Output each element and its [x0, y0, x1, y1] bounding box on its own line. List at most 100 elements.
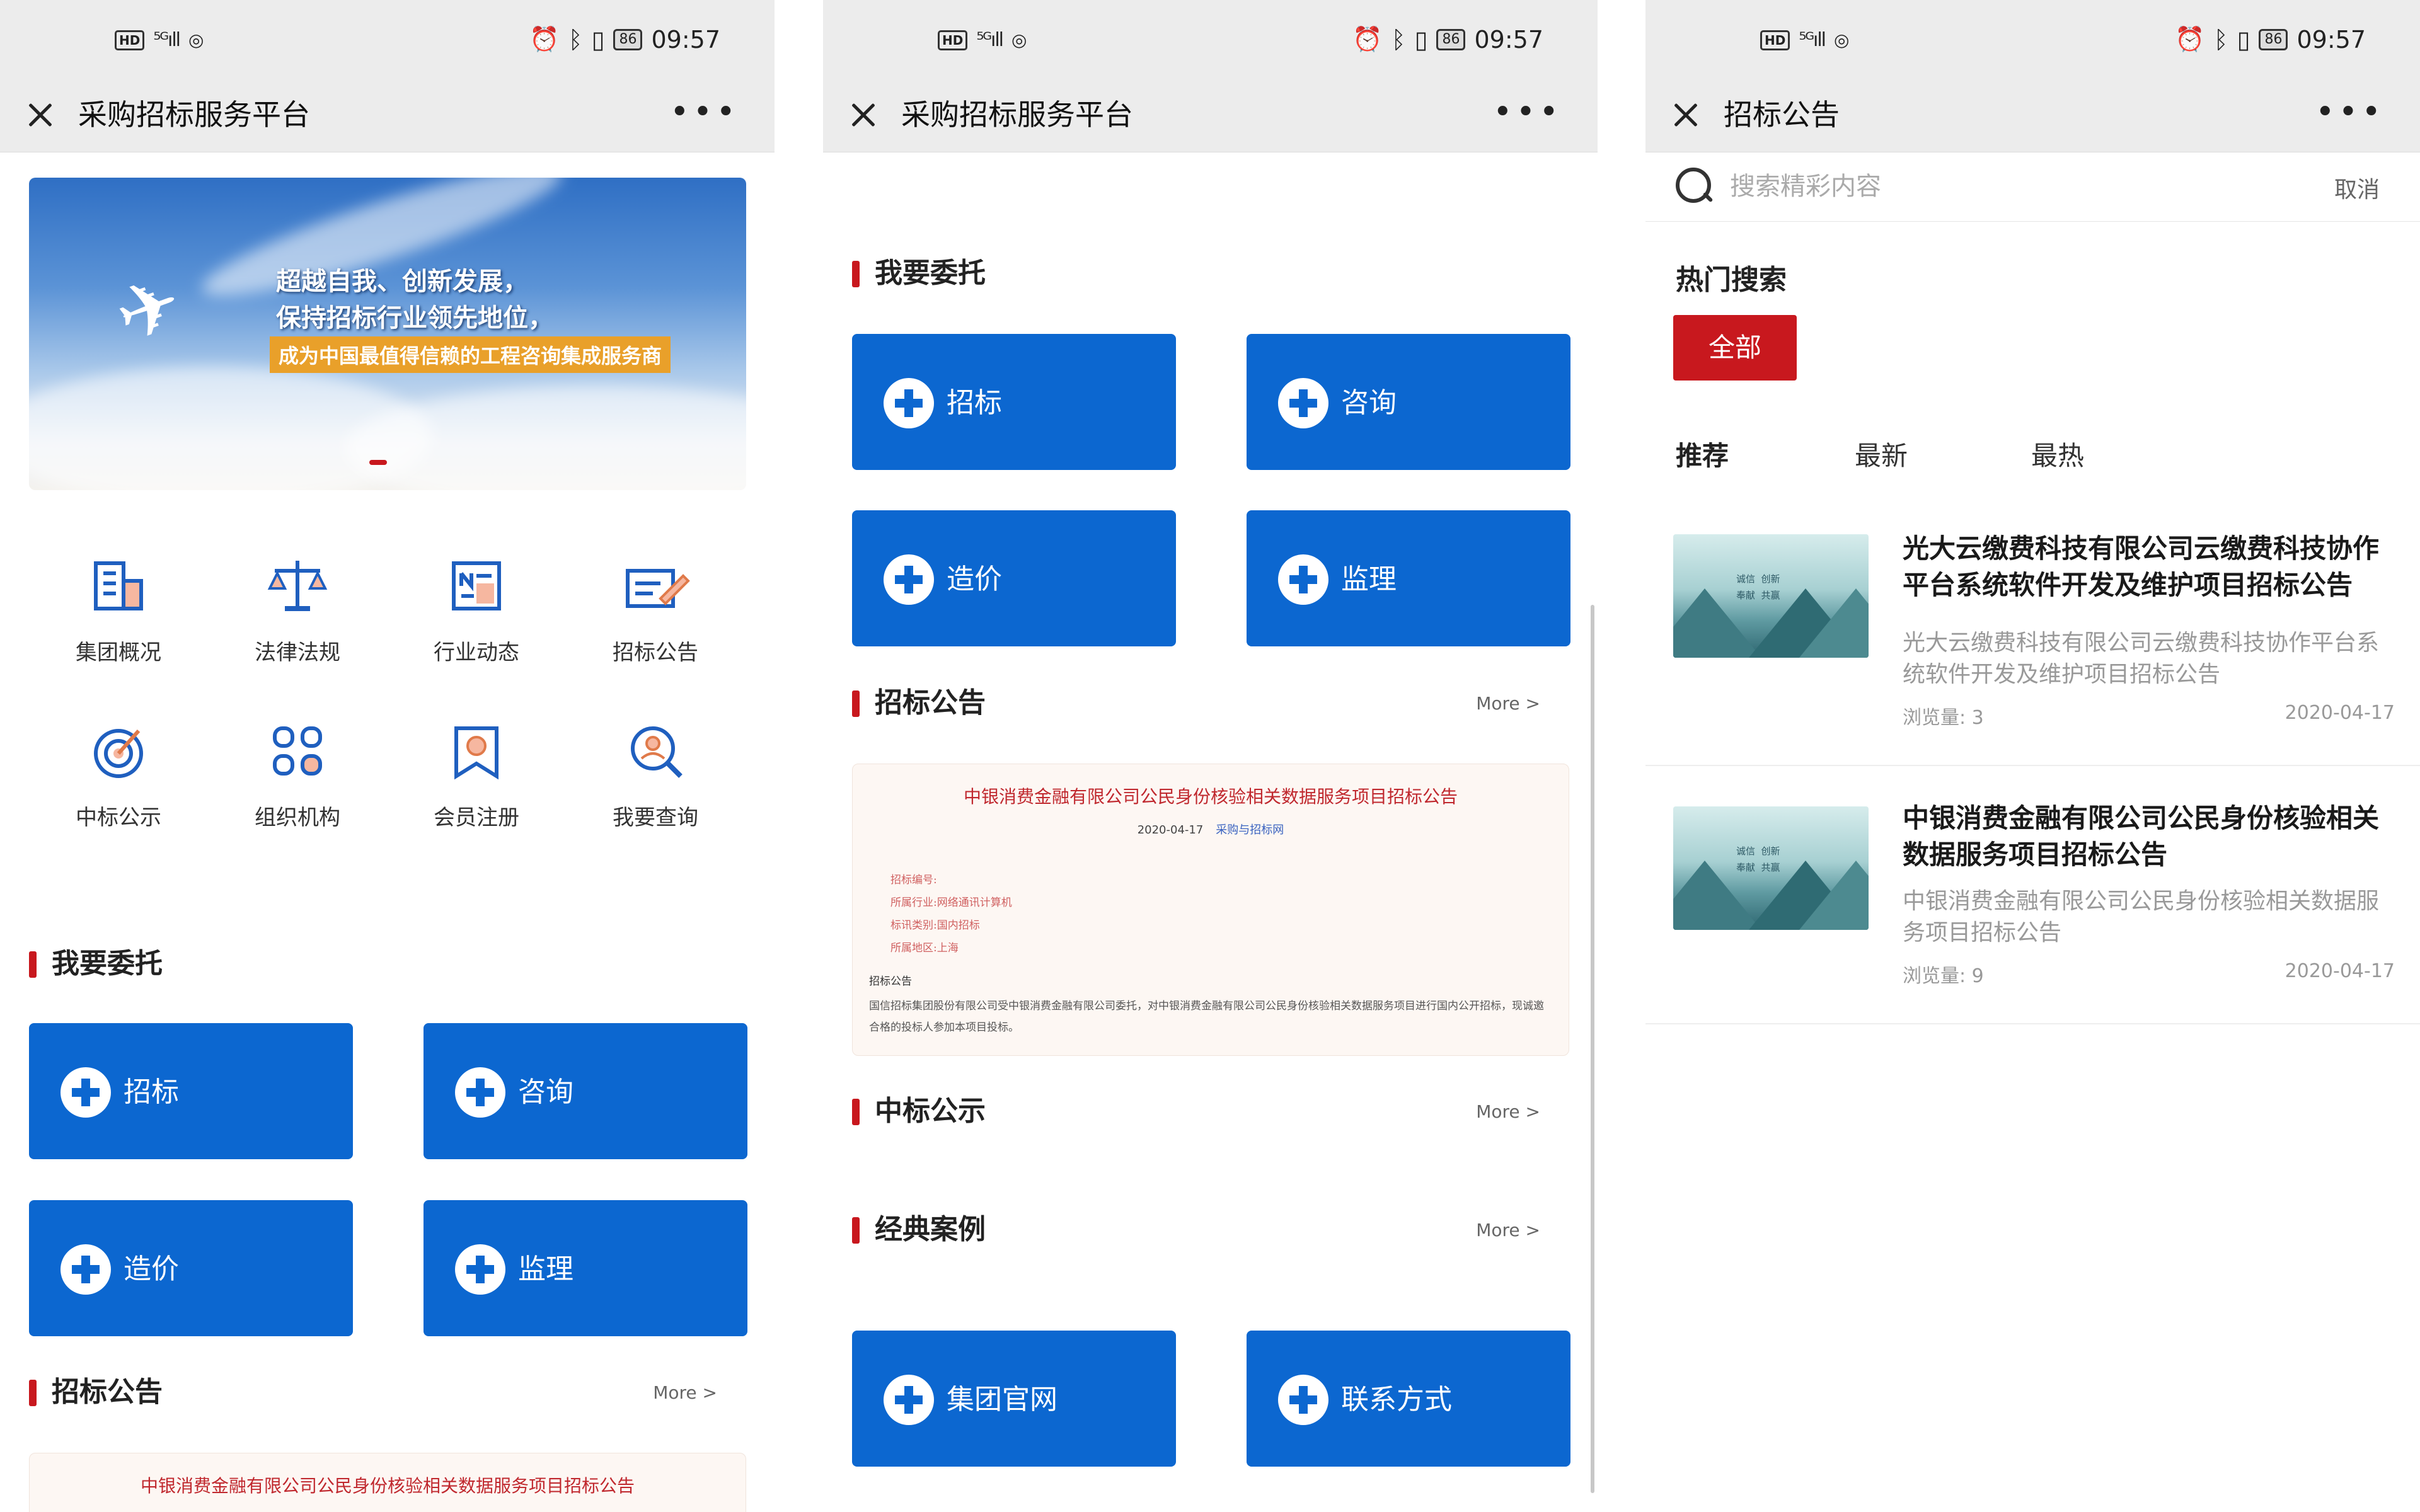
- tile-cost[interactable]: 造价: [29, 1200, 353, 1336]
- grid-label: 集团概况: [76, 640, 161, 665]
- battery-icon: 86: [1436, 28, 1466, 50]
- announcement-icon: [626, 569, 690, 608]
- bird-icon: ✈: [104, 257, 194, 362]
- notice-body: 国信招标集团股份有限公司受中银消费金融有限公司委托，对中银消费金融有限公司公民身…: [869, 1000, 1544, 1034]
- tile-tender[interactable]: 招标: [29, 1023, 353, 1159]
- plus-circle-icon: [60, 1067, 111, 1118]
- tile-contact[interactable]: 联系方式: [1247, 1331, 1570, 1467]
- more-menu-icon[interactable]: •••: [2315, 96, 2385, 129]
- notice-card[interactable]: 中银消费金融有限公司公民身份核验相关数据服务项目招标公告 2020-04-17 采…: [852, 764, 1569, 1056]
- section-header-cases: 经典案例 More >: [852, 1211, 1569, 1249]
- status-bar: HD ⁵ᴳıll ◎ ⏰ ᛒ ▯ 86 09:57: [823, 0, 1598, 83]
- page-title: 采购招标服务平台: [901, 98, 1133, 132]
- signal-icon: ⁵ᴳıll: [1799, 29, 1826, 51]
- more-link[interactable]: More >: [653, 1382, 717, 1403]
- grid-item-industry-news[interactable]: 行业动态: [387, 548, 566, 666]
- hd-indicator: HD: [1760, 30, 1790, 50]
- close-icon[interactable]: [846, 97, 881, 132]
- status-bar: HD ⁵ᴳıll ◎ ⏰ ᛒ ▯ 86 09:57: [1645, 0, 2420, 83]
- signal-icon: ⁵ᴳıll: [976, 29, 1004, 51]
- plus-circle-icon: [1278, 554, 1328, 605]
- tile-cost[interactable]: 造价: [852, 510, 1176, 646]
- more-link[interactable]: More >: [1476, 693, 1540, 714]
- cancel-button[interactable]: 取消: [2334, 171, 2380, 204]
- tile-label: 招标: [947, 387, 1002, 419]
- grid-item-tender-notice[interactable]: 招标公告: [566, 548, 745, 666]
- search-bar: 取消: [1645, 152, 2420, 222]
- notice-subheading: 招标公告: [869, 975, 912, 988]
- section-title: 中标公示: [875, 1095, 986, 1127]
- grid-label: 会员注册: [434, 805, 519, 830]
- tab-latest[interactable]: 最新: [1855, 435, 1908, 473]
- clock: 09:57: [651, 25, 720, 54]
- grid-label: 组织机构: [255, 805, 340, 830]
- grid-item-group-overview[interactable]: 集团概况: [29, 548, 208, 666]
- hd-indicator: HD: [938, 30, 968, 50]
- hot-search-chip-all[interactable]: 全部: [1673, 315, 1797, 381]
- tab-label: 最热: [2031, 440, 2085, 471]
- grid-label: 招标公告: [613, 640, 698, 665]
- plus-circle-icon: [884, 378, 934, 428]
- plus-circle-icon: [1278, 378, 1328, 428]
- more-link[interactable]: More >: [1476, 1101, 1540, 1122]
- notice-meta: 2020-04-17 采购与招标网: [853, 821, 1569, 837]
- tab-recommended[interactable]: 推荐: [1676, 435, 1736, 473]
- notice-fields: 招标编号: 所属行业:网络通讯计算机 标讯类别:国内招标 所属地区:上海: [890, 869, 1569, 959]
- article-views: 浏览量: 3: [1903, 707, 1984, 729]
- search-icon: [1674, 166, 1712, 204]
- tab-hottest[interactable]: 最热: [2031, 435, 2084, 473]
- clock: 09:57: [2296, 25, 2366, 54]
- section-header-notice: 招标公告 More >: [29, 1373, 746, 1411]
- plus-circle-icon: [884, 1375, 934, 1425]
- notice-title: 中银消费金融有限公司公民身份核验相关数据服务项目招标公告: [963, 786, 1458, 807]
- close-icon[interactable]: [1668, 97, 1703, 132]
- notice-card[interactable]: 中银消费金融有限公司公民身份核验相关数据服务项目招标公告: [29, 1453, 746, 1512]
- article-thumbnail: 诚信 创新 奉献 共赢: [1673, 806, 1869, 930]
- phone-screen-home-scrolled: HD ⁵ᴳıll ◎ ⏰ ᛒ ▯ 86 09:57 采购招标服务平台 ••• 我…: [823, 0, 1598, 1512]
- grid-item-member-register[interactable]: 会员注册: [387, 713, 566, 831]
- plus-circle-icon: [884, 554, 934, 605]
- banner-slogan-2: 保持招标行业领先地位，: [276, 304, 553, 333]
- scales-icon: [267, 561, 328, 611]
- more-menu-icon[interactable]: •••: [1493, 96, 1562, 129]
- grid-item-organization[interactable]: 组织机构: [208, 713, 387, 831]
- article-item[interactable]: 诚信 创新 奉献 共赢 中银消费金融有限公司公民身份核验相关数据服务项目招标公告…: [1645, 766, 2420, 1024]
- grid-label: 中标公示: [76, 805, 161, 830]
- section-title: 招标公告: [52, 1376, 163, 1408]
- tile-supervision[interactable]: 监理: [424, 1200, 747, 1336]
- more-menu-icon[interactable]: •••: [670, 96, 739, 129]
- grid-item-laws[interactable]: 法律法规: [208, 548, 387, 666]
- tile-supervision[interactable]: 监理: [1247, 510, 1570, 646]
- alarm-icon: ⏰: [529, 25, 560, 53]
- battery-icon: 86: [2259, 28, 2288, 50]
- notice-date: 2020-04-17: [1137, 823, 1204, 837]
- phone-screen-tender-notices: HD ⁵ᴳıll ◎ ⏰ ᛒ ▯ 86 09:57 招标公告 ••• 取消 热门…: [1645, 0, 2420, 1512]
- hero-banner[interactable]: ✈ 超越自我、创新发展， 保持招标行业领先地位， 成为中国最值得信赖的工程咨询集…: [29, 178, 746, 490]
- more-link[interactable]: More >: [1476, 1220, 1540, 1240]
- plus-circle-icon: [1278, 1375, 1328, 1425]
- article-title: 光大云缴费科技有限公司云缴费科技协作平台系统软件开发及维护项目招标公告: [1903, 533, 2380, 600]
- scrollbar[interactable]: [1591, 605, 1594, 1493]
- vibrate-icon: ▯: [1414, 25, 1428, 54]
- article-item[interactable]: 诚信 创新 奉献 共赢 光大云缴费科技有限公司云缴费科技协作平台系统软件开发及维…: [1645, 508, 2420, 766]
- section-title: 我要委托: [875, 257, 986, 289]
- tile-label: 集团官网: [947, 1383, 1057, 1416]
- organization-icon: [273, 726, 322, 776]
- carousel-indicator[interactable]: [369, 460, 387, 465]
- tile-consult[interactable]: 咨询: [1247, 334, 1570, 470]
- tile-label: 招标: [124, 1076, 179, 1108]
- plus-circle-icon: [60, 1244, 111, 1295]
- notice-field: 所属行业:网络通讯计算机: [890, 896, 1012, 909]
- grid-item-award-notice[interactable]: 中标公示: [29, 713, 208, 831]
- grid-item-my-query[interactable]: 我要查询: [566, 713, 745, 831]
- member-badge-icon: [454, 726, 498, 780]
- article-title: 中银消费金融有限公司公民身份核验相关数据服务项目招标公告: [1903, 803, 2380, 870]
- search-input[interactable]: [1730, 169, 2297, 204]
- article-date: 2020-04-17: [2285, 960, 2395, 982]
- tile-tender[interactable]: 招标: [852, 334, 1176, 470]
- bluetooth-icon: ᛒ: [568, 25, 583, 54]
- notice-field: 所属地区:上海: [890, 942, 959, 954]
- close-icon[interactable]: [23, 97, 58, 132]
- tile-group-website[interactable]: 集团官网: [852, 1331, 1176, 1467]
- tile-consult[interactable]: 咨询: [424, 1023, 747, 1159]
